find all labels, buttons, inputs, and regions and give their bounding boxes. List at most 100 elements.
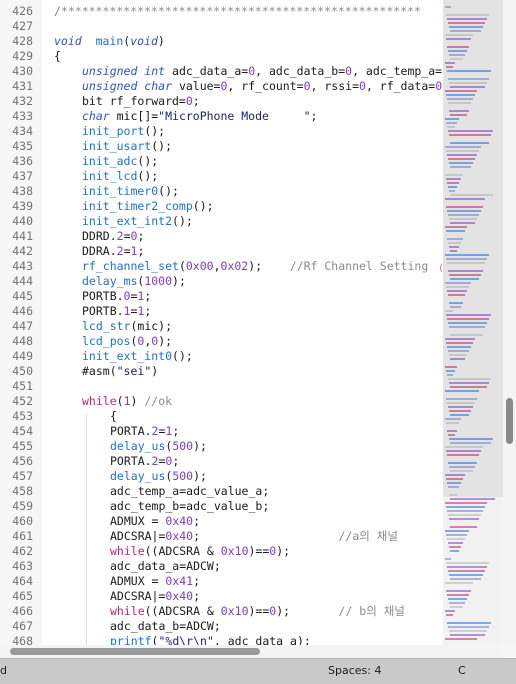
code-line[interactable]: 445 PORTB.0=1; — [0, 289, 443, 304]
code-editor[interactable]: 426 /************************************… — [0, 0, 443, 645]
minimap-stroke — [445, 310, 453, 312]
minimap-stroke — [447, 538, 465, 540]
code-line[interactable]: 444 delay_ms(1000); — [0, 274, 443, 289]
code-line[interactable]: 454 PORTA.2=1; — [0, 424, 443, 439]
minimap-stroke — [448, 130, 493, 132]
code-token: delay_us — [110, 439, 166, 453]
line-number: 455 — [12, 439, 33, 453]
minimap-stroke — [445, 366, 457, 368]
code-line[interactable]: 429 { — [0, 49, 443, 64]
line-number: 466 — [12, 604, 33, 618]
code-token: 0x00 — [185, 259, 214, 273]
minimap-stroke — [446, 398, 477, 400]
minimap-stroke — [446, 590, 471, 592]
code-line[interactable]: 428 void main(void) — [0, 34, 443, 49]
syntax-selector[interactable]: C — [458, 664, 466, 677]
code-line[interactable]: 434 init_port(); — [0, 124, 443, 139]
minimap-stroke — [446, 14, 489, 16]
code-line[interactable]: 447 lcd_str(mic); — [0, 319, 443, 334]
code-line[interactable]: 451 — [0, 379, 443, 394]
code-token: ; — [193, 529, 339, 543]
code-text: { — [110, 409, 117, 424]
code-line[interactable]: 458 adc_temp_a=adc_value_a; — [0, 484, 443, 499]
code-line[interactable]: 450 #asm("sei") — [0, 364, 443, 379]
indentation-selector[interactable]: Spaces: 4 — [328, 664, 381, 677]
code-line[interactable]: 463 adc_data_a=ADCW; — [0, 559, 443, 574]
code-line[interactable]: 430 unsigned int adc_data_a=0, adc_data_b… — [0, 64, 443, 79]
code-line[interactable]: 467 adc_data_b=ADCW; — [0, 619, 443, 634]
code-line[interactable]: 426 /************************************… — [0, 4, 443, 19]
vertical-scrollbar-thumb[interactable] — [506, 398, 513, 444]
minimap-stroke — [446, 258, 487, 260]
code-line[interactable]: 457 delay_us(500); — [0, 469, 443, 484]
minimap-stroke — [449, 110, 469, 112]
code-token: 0x40 — [165, 589, 194, 603]
code-line[interactable]: 452 while(1) //ok — [0, 394, 443, 409]
minimap-stroke — [449, 190, 455, 192]
code-line[interactable]: 443 rf_channel_set(0x00,0x02); //Rf Chann… — [0, 259, 443, 274]
minimap-stroke — [447, 290, 467, 292]
line-number: 457 — [12, 469, 33, 483]
code-line[interactable]: 456 PORTA.2=0; — [0, 454, 443, 469]
minimap[interactable] — [443, 0, 503, 645]
minimap-stroke — [447, 510, 483, 512]
code-line[interactable]: 446 PORTB.1=1; — [0, 304, 443, 319]
code-line[interactable]: 460 ADMUX = 0x40; — [0, 514, 443, 529]
code-token: adc_temp_b=adc_value_b; — [110, 499, 270, 513]
code-line[interactable]: 432 bit rf_forward=0; — [0, 94, 443, 109]
code-line[interactable]: 448 lcd_pos(0,0); — [0, 334, 443, 349]
horizontal-scrollbar-thumb[interactable] — [10, 648, 260, 655]
code-line[interactable]: 442 DDRA.2=1; — [0, 244, 443, 259]
code-token: value= — [172, 79, 221, 93]
minimap-stroke — [449, 410, 471, 412]
code-text: #asm("sei") — [82, 364, 158, 379]
code-line[interactable]: 437 init_lcd(); — [0, 169, 443, 184]
code-line[interactable]: 462 while((ADCSRA & 0x10)==0); — [0, 544, 443, 559]
code-line[interactable]: 455 delay_us(500); — [0, 439, 443, 454]
code-token: adc_data_a=ADCW; — [110, 559, 221, 573]
code-line[interactable]: 436 init_adc(); — [0, 154, 443, 169]
code-token: //ok — [144, 394, 173, 408]
code-line[interactable]: 466 while((ADCSRA & 0x10)==0); // b의 채널 — [0, 604, 443, 619]
code-line[interactable]: 435 init_usart(); — [0, 139, 443, 154]
code-text: /***************************************… — [54, 4, 421, 19]
code-token: )== — [248, 544, 270, 558]
code-token: ); — [276, 604, 339, 618]
code-token: while — [82, 394, 117, 408]
code-line[interactable]: 464 ADMUX = 0x41; — [0, 574, 443, 589]
minimap-stroke — [446, 422, 459, 424]
code-token: init_lcd — [82, 169, 138, 183]
code-line[interactable]: 465 ADCSRA|=0x40; — [0, 589, 443, 604]
code-line[interactable]: 453 { — [0, 409, 443, 424]
minimap-stroke — [447, 594, 469, 596]
minimap-stroke — [448, 294, 465, 296]
code-line[interactable]: 433 char mic[]="MicroPhone Mode "; — [0, 109, 443, 124]
vertical-scrollbar[interactable] — [503, 0, 516, 645]
code-line[interactable]: 440 init_ext_int2(); — [0, 214, 443, 229]
code-text: init_adc(); — [82, 154, 158, 169]
horizontal-scrollbar[interactable] — [0, 645, 503, 658]
code-line[interactable]: 439 init_timer2_comp(); — [0, 199, 443, 214]
code-line[interactable]: 449 init_ext_int0(); — [0, 349, 443, 364]
code-line[interactable]: 468 printf("%d\r\n", adc_data_a); — [0, 634, 443, 645]
code-line[interactable]: 431 unsigned char value=0, rf_count=0, rs… — [0, 79, 443, 94]
code-line[interactable]: 461 ADCSRA|=0x40; //a의 채널 — [0, 529, 443, 544]
line-number: 468 — [12, 634, 33, 645]
code-line[interactable]: 459 adc_temp_b=adc_value_b; — [0, 499, 443, 514]
minimap-stroke — [446, 450, 481, 452]
code-token: unsigned char — [82, 79, 173, 93]
line-number: 446 — [12, 304, 33, 318]
minimap-stroke — [448, 406, 473, 408]
code-line[interactable]: 441 DDRD.2=0; — [0, 229, 443, 244]
code-text: unsigned int adc_data_a=0, adc_data_b=0,… — [82, 64, 442, 79]
minimap-stroke — [448, 570, 485, 572]
minimap-stroke — [449, 134, 491, 136]
code-text: ADMUX = 0x40; — [110, 514, 200, 529]
code-line[interactable]: 427 — [0, 19, 443, 34]
code-line[interactable]: 438 init_timer0(); — [0, 184, 443, 199]
minimap-stroke — [449, 26, 483, 28]
code-token: 0x02 — [220, 259, 249, 273]
line-number: 461 — [12, 529, 33, 543]
minimap-stroke — [449, 494, 457, 496]
